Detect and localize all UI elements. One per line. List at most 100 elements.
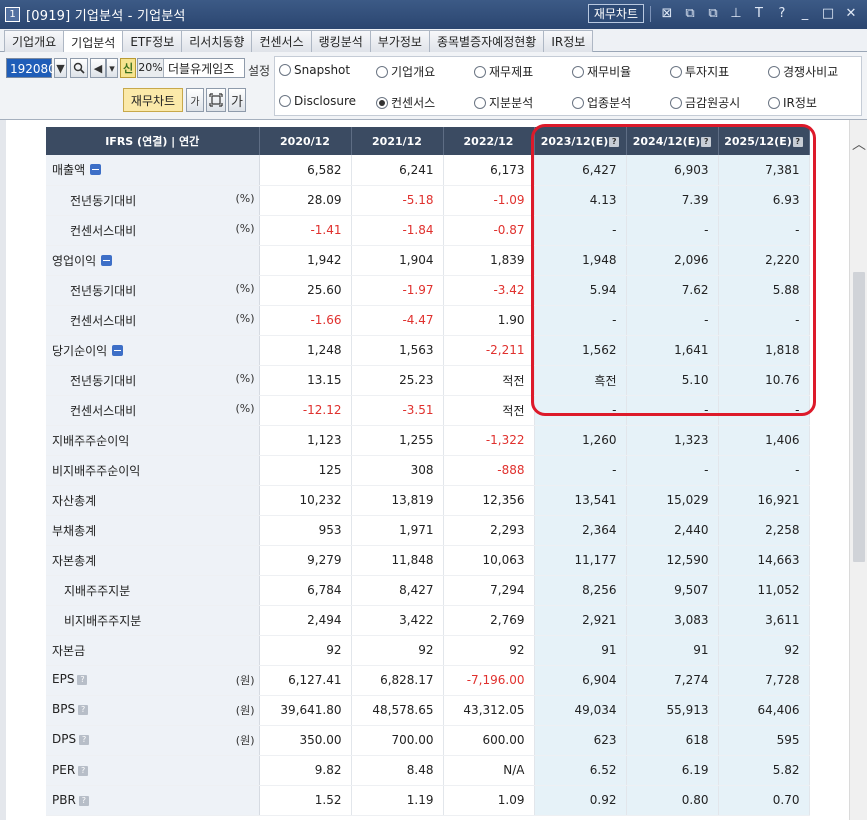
maximize-icon[interactable]: □ bbox=[818, 4, 838, 23]
radio-dot[interactable] bbox=[474, 65, 486, 78]
radio-option[interactable]: 투자지표 bbox=[670, 63, 729, 80]
radio-dot[interactable] bbox=[376, 65, 388, 78]
fin-chart-button[interactable]: 재무차트 bbox=[123, 88, 183, 112]
value-cell: 1,948 bbox=[534, 245, 627, 276]
value-cell: 3,422 bbox=[351, 605, 444, 636]
scroll-thumb[interactable] bbox=[853, 272, 865, 562]
collapse-icon[interactable] bbox=[101, 254, 113, 266]
stock-code-input[interactable]: 192080 bbox=[6, 58, 56, 78]
value-cell: -0.87 bbox=[443, 215, 535, 246]
collapse-icon[interactable] bbox=[90, 164, 102, 176]
value-cell: 1.09 bbox=[443, 785, 535, 816]
radio-dot[interactable] bbox=[279, 95, 291, 107]
font-icon[interactable]: T bbox=[749, 4, 769, 23]
value-cell: 1,971 bbox=[351, 515, 444, 546]
tab-7[interactable]: 부가정보 bbox=[369, 30, 430, 52]
column-header: 2022/12 bbox=[443, 127, 535, 155]
radio-dot[interactable] bbox=[572, 65, 584, 78]
value-cell: 2,293 bbox=[443, 515, 535, 546]
tab-1[interactable]: 기업개요 bbox=[4, 30, 65, 52]
table-row: 지배주주순이익 1,123 1,255 -1,322 1,260 1,323 1,406 bbox=[46, 425, 810, 456]
value-cell: 3,611 bbox=[718, 605, 810, 636]
value-cell: 1,942 bbox=[259, 245, 352, 276]
radio-label: 컨센서스 bbox=[391, 96, 436, 110]
radio-option[interactable]: 지분분석 bbox=[474, 94, 533, 111]
help-icon[interactable]: ? bbox=[79, 735, 90, 745]
tab-6[interactable]: 랭킹분석 bbox=[310, 30, 371, 52]
row-label-cell: 비지배주주지분 bbox=[46, 605, 260, 636]
help-icon[interactable]: ? bbox=[701, 136, 712, 147]
tab-8[interactable]: 종목별증자예정현황 bbox=[428, 30, 545, 52]
tab-5[interactable]: 컨센서스 bbox=[251, 30, 312, 52]
code-dropdown-icon[interactable]: ▼ bbox=[54, 58, 67, 78]
stock-name-box[interactable]: 20% 더블유게임즈 bbox=[137, 58, 245, 78]
window-icon[interactable]: ⧉ bbox=[680, 4, 700, 23]
help-icon[interactable]: ? bbox=[609, 136, 620, 147]
help-icon[interactable]: ? bbox=[77, 675, 88, 685]
table-row: 부채총계 953 1,971 2,293 2,364 2,440 2,258 bbox=[46, 515, 810, 546]
fin-chart-title-button[interactable]: 재무차트 bbox=[587, 4, 644, 23]
column-header: 2024/12(E)? bbox=[626, 127, 719, 155]
close-icon[interactable]: ✕ bbox=[841, 4, 861, 23]
radio-option[interactable]: 금감원공시 bbox=[670, 94, 740, 111]
value-cell: 2,220 bbox=[718, 245, 810, 276]
help-icon[interactable]: ? bbox=[792, 136, 803, 147]
radio-option[interactable]: 업종분석 bbox=[572, 94, 631, 111]
copy-icon[interactable]: ⧉ bbox=[703, 4, 723, 23]
radio-option[interactable]: 컨센서스 bbox=[376, 94, 435, 111]
search-icon[interactable] bbox=[70, 58, 88, 78]
help-icon[interactable]: ? bbox=[772, 4, 792, 23]
radio-option[interactable]: Snapshot bbox=[279, 63, 350, 77]
radio-dot[interactable] bbox=[474, 96, 486, 109]
radio-dot[interactable] bbox=[670, 96, 682, 109]
value-cell: 700.00 bbox=[351, 725, 444, 756]
tab-3[interactable]: ETF정보 bbox=[122, 30, 183, 52]
value-cell: 6,127.41 bbox=[259, 665, 352, 696]
fit-screen-icon[interactable] bbox=[206, 88, 226, 112]
row-label-cell: 매출액 bbox=[46, 155, 260, 186]
table-header-row: IFRS (연결) | 연간 2020/12 2021/12 2022/12 2023/… bbox=[46, 127, 810, 155]
tab-2[interactable]: 기업분석 bbox=[63, 30, 124, 53]
font-decrease-button[interactable]: 가 bbox=[186, 88, 204, 112]
radio-dot[interactable] bbox=[670, 65, 682, 78]
help-icon[interactable]: ? bbox=[78, 796, 89, 806]
table-row: 자본금 92 92 92 91 91 92 bbox=[46, 635, 810, 666]
radio-dot[interactable] bbox=[768, 96, 780, 109]
font-increase-button[interactable]: 가 bbox=[228, 88, 246, 112]
value-cell: 1,248 bbox=[259, 335, 352, 366]
help-icon[interactable]: ? bbox=[78, 705, 89, 715]
radio-option[interactable]: 재무제표 bbox=[474, 63, 533, 80]
radio-dot[interactable] bbox=[279, 64, 291, 76]
value-cell: 11,052 bbox=[718, 575, 810, 606]
font-increase-label: 가 bbox=[231, 94, 243, 110]
row-label: 컨센서스대비 bbox=[70, 403, 137, 418]
speaker-icon[interactable]: ◀ bbox=[90, 58, 106, 78]
tab-4[interactable]: 리서치동향 bbox=[181, 30, 253, 52]
help-icon[interactable]: ? bbox=[78, 766, 89, 776]
minimize-icon[interactable]: _ bbox=[795, 4, 815, 23]
scroll-up-icon[interactable]: ︿ bbox=[852, 134, 866, 154]
radio-option[interactable]: 경쟁사비교 bbox=[768, 63, 838, 80]
radio-option[interactable]: 기업개요 bbox=[376, 63, 435, 80]
radio-dot[interactable] bbox=[572, 96, 584, 109]
radio-dot[interactable] bbox=[768, 65, 780, 78]
row-label-cell: EPS? (원) bbox=[46, 665, 260, 696]
radio-dot[interactable] bbox=[376, 96, 388, 109]
pin-icon[interactable]: ⊥ bbox=[726, 4, 746, 23]
new-stock-button[interactable]: 신 bbox=[120, 58, 136, 78]
value-cell: -3.42 bbox=[443, 275, 535, 306]
value-cell: -7,196.00 bbox=[443, 665, 535, 696]
speaker-dropdown-icon[interactable]: ▾ bbox=[106, 58, 118, 78]
chart-icon[interactable]: ⊠ bbox=[657, 4, 677, 23]
radio-option[interactable]: Disclosure bbox=[279, 94, 356, 108]
vertical-scrollbar[interactable]: ︿ bbox=[849, 120, 867, 820]
collapse-icon[interactable] bbox=[112, 344, 124, 356]
row-label-cell: BPS? (원) bbox=[46, 695, 260, 726]
value-cell: 1,255 bbox=[351, 425, 444, 456]
value-cell: 1.52 bbox=[259, 785, 352, 816]
radio-option[interactable]: 재무비율 bbox=[572, 63, 631, 80]
radio-option[interactable]: IR정보 bbox=[768, 94, 817, 111]
setting-label[interactable]: 설정 bbox=[248, 62, 270, 79]
value-cell: 6,427 bbox=[534, 155, 627, 186]
tab-9[interactable]: IR정보 bbox=[543, 30, 594, 52]
